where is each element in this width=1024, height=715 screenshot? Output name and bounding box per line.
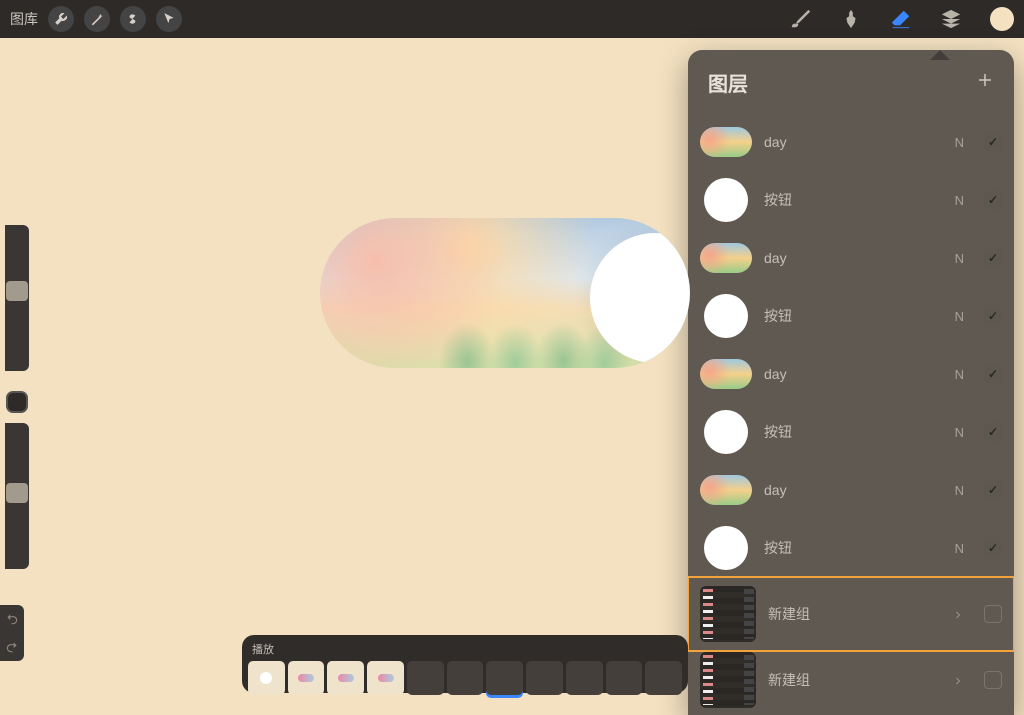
layer-thumbnail[interactable] — [700, 127, 752, 157]
blend-mode-label[interactable]: N — [955, 541, 964, 556]
redo-icon — [5, 640, 19, 654]
layer-thumbnail[interactable] — [700, 586, 756, 642]
color-swatch[interactable] — [990, 7, 1014, 31]
brush-icon — [790, 8, 812, 30]
gallery-button[interactable]: 图库 — [10, 9, 38, 29]
visibility-checkbox[interactable] — [984, 307, 1002, 325]
left-sidebar — [0, 225, 34, 655]
blend-mode-label[interactable]: N — [955, 367, 964, 382]
add-layer-button[interactable] — [976, 71, 994, 94]
visibility-checkbox[interactable] — [984, 671, 1002, 689]
eraser-tool[interactable] — [890, 8, 912, 30]
visibility-checkbox[interactable] — [984, 539, 1002, 557]
visibility-checkbox[interactable] — [984, 133, 1002, 151]
timeline-frame[interactable] — [606, 661, 643, 695]
layer-thumbnail[interactable] — [704, 526, 748, 570]
layer-row[interactable]: day N — [688, 461, 1014, 519]
selection-button[interactable] — [120, 6, 146, 32]
layer-thumbnail[interactable] — [704, 294, 748, 338]
layer-row[interactable]: 新建组 — [688, 651, 1014, 709]
layers-icon — [940, 8, 962, 30]
cursor-icon — [162, 12, 176, 26]
layer-row[interactable]: 新建组 — [688, 577, 1014, 651]
timeline-frame[interactable] — [367, 661, 404, 695]
plus-icon — [976, 71, 994, 89]
artwork-pill — [320, 218, 690, 368]
wand-icon — [90, 12, 104, 26]
chevron-right-icon — [952, 608, 964, 620]
visibility-checkbox[interactable] — [984, 423, 1002, 441]
visibility-checkbox[interactable] — [984, 481, 1002, 499]
play-label[interactable]: 播放 — [248, 639, 682, 661]
timeline-frame[interactable] — [447, 661, 484, 695]
top-toolbar: 图库 — [0, 0, 1024, 38]
layer-row[interactable]: 按钮 N — [688, 403, 1014, 461]
opacity-slider[interactable] — [5, 423, 29, 569]
timeline-frame[interactable] — [486, 661, 523, 695]
timeline-frame[interactable] — [248, 661, 285, 695]
layer-row[interactable]: day N — [688, 113, 1014, 171]
s-icon — [126, 12, 140, 26]
blend-mode-label[interactable]: N — [955, 251, 964, 266]
layer-row[interactable]: day N — [688, 345, 1014, 403]
timeline-frame[interactable] — [407, 661, 444, 695]
layer-name[interactable]: day — [764, 482, 943, 498]
brush-size-slider[interactable] — [5, 225, 29, 371]
layer-thumbnail[interactable] — [700, 243, 752, 273]
visibility-checkbox[interactable] — [984, 365, 1002, 383]
visibility-checkbox[interactable] — [984, 605, 1002, 623]
eraser-icon — [890, 8, 912, 30]
layer-name[interactable]: day — [764, 250, 943, 266]
timeline-frame[interactable] — [566, 661, 603, 695]
layer-name[interactable]: 按钮 — [764, 538, 943, 558]
timeline-frame[interactable] — [526, 661, 563, 695]
visibility-checkbox[interactable] — [984, 249, 1002, 267]
chevron-right-icon — [952, 674, 964, 686]
layers-panel: 图层 dayN按钮NdayN按钮NdayN按钮NdayN按钮N新建组新建组 — [688, 50, 1014, 715]
cursor-button[interactable] — [156, 6, 182, 32]
layers-title: 图层 — [708, 68, 748, 97]
undo-icon — [5, 612, 19, 626]
opacity-thumb[interactable] — [6, 483, 28, 503]
timeline-frame[interactable] — [645, 661, 682, 695]
blend-mode-label[interactable]: N — [955, 483, 964, 498]
wrench-icon — [54, 12, 68, 26]
modifier-button[interactable] — [6, 391, 28, 413]
animation-timeline: 播放 — [242, 635, 688, 693]
visibility-checkbox[interactable] — [984, 191, 1002, 209]
layer-thumbnail[interactable] — [704, 178, 748, 222]
brush-size-thumb[interactable] — [6, 281, 28, 301]
layer-name[interactable]: 按钮 — [764, 190, 943, 210]
layer-name[interactable]: day — [764, 366, 943, 382]
layer-row[interactable]: 按钮 N — [688, 171, 1014, 229]
redo-button[interactable] — [0, 633, 24, 661]
layer-row[interactable]: 按钮 N — [688, 287, 1014, 345]
layer-name[interactable]: 新建组 — [768, 604, 940, 624]
blend-mode-label[interactable]: N — [955, 193, 964, 208]
smudge-icon — [840, 8, 862, 30]
layer-thumbnail[interactable] — [704, 410, 748, 454]
blend-mode-label[interactable]: N — [955, 425, 964, 440]
undo-button[interactable] — [0, 605, 24, 633]
layer-thumbnail[interactable] — [700, 652, 756, 708]
blend-mode-label[interactable]: N — [955, 309, 964, 324]
layer-name[interactable]: 按钮 — [764, 422, 943, 442]
history-buttons — [0, 605, 34, 661]
timeline-frame[interactable] — [327, 661, 364, 695]
layer-thumbnail[interactable] — [700, 475, 752, 505]
blend-mode-label[interactable]: N — [955, 135, 964, 150]
layer-row[interactable]: 按钮 N — [688, 519, 1014, 577]
layer-thumbnail[interactable] — [700, 359, 752, 389]
timeline-frame[interactable] — [288, 661, 325, 695]
layer-name[interactable]: 新建组 — [768, 670, 940, 690]
layer-name[interactable]: day — [764, 134, 943, 150]
smudge-tool[interactable] — [840, 8, 862, 30]
layers-tool[interactable] — [940, 8, 962, 30]
artwork-sun — [590, 233, 690, 363]
adjust-button[interactable] — [48, 6, 74, 32]
layer-name[interactable]: 按钮 — [764, 306, 943, 326]
wand-button[interactable] — [84, 6, 110, 32]
layer-row[interactable]: day N — [688, 229, 1014, 287]
brush-tool[interactable] — [790, 8, 812, 30]
